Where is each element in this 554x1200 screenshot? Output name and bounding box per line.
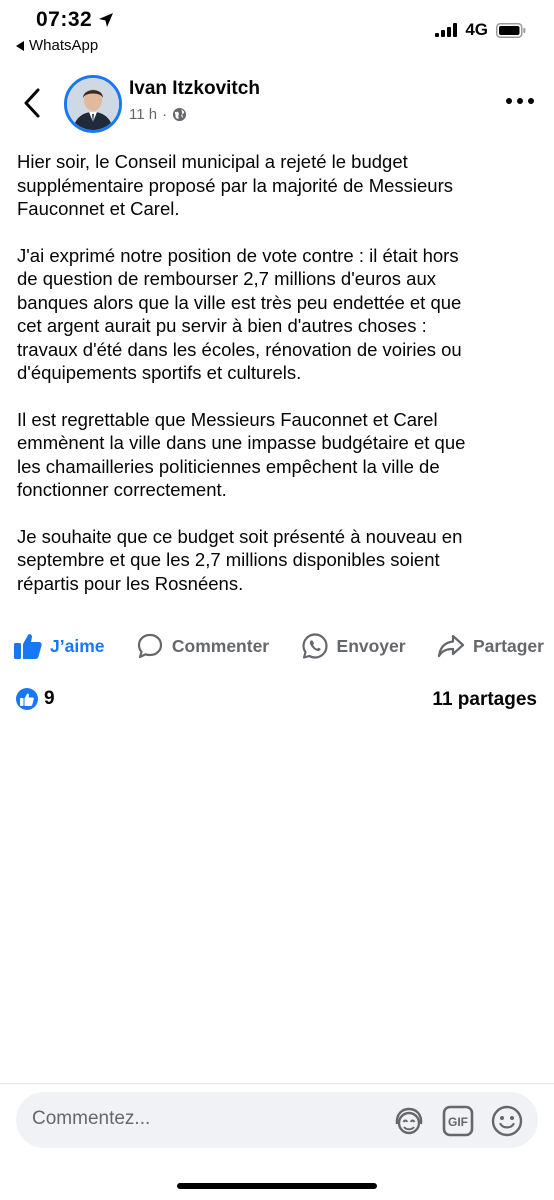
status-indicators: 4G bbox=[435, 20, 526, 40]
globe-icon bbox=[173, 107, 187, 122]
like-reaction-icon bbox=[16, 688, 38, 710]
share-label: Partager bbox=[472, 635, 544, 656]
battery-icon bbox=[496, 22, 526, 38]
back-chevron-icon[interactable] bbox=[20, 86, 46, 120]
send-label: Envoyer bbox=[336, 635, 406, 656]
dot bbox=[517, 98, 523, 104]
dot bbox=[506, 98, 512, 104]
network-type: 4G bbox=[465, 20, 488, 39]
post-text: Hier soir, le Conseil municipal a rejeté… bbox=[17, 150, 542, 618]
post-actions: J’aime Commenter Envoyer Partager bbox=[14, 632, 544, 660]
post-paragraph: J'ai exprimé notre position de vote cont… bbox=[17, 244, 462, 384]
post-paragraph: Je souhaite que ce budget soit présenté … bbox=[17, 525, 463, 594]
post-time[interactable]: 11 h bbox=[129, 106, 157, 123]
reaction-count: 9 bbox=[44, 688, 55, 709]
back-app-label: WhatsApp bbox=[29, 37, 99, 54]
reactions-summary[interactable]: 9 bbox=[16, 688, 55, 710]
post-paragraph: Hier soir, le Conseil municipal a rejeté… bbox=[17, 151, 453, 219]
divider bbox=[0, 1083, 554, 1084]
whatsapp-icon bbox=[301, 633, 328, 659]
avatar-sticker-icon[interactable] bbox=[392, 1104, 426, 1138]
share-button[interactable]: Partager bbox=[437, 633, 544, 659]
gif-icon[interactable]: GIF bbox=[442, 1105, 474, 1137]
post-meta: 11 h · bbox=[129, 106, 187, 123]
thumbs-up-icon bbox=[20, 693, 34, 706]
status-time: 07:32 bbox=[36, 8, 114, 32]
shares-count[interactable]: 11 partages bbox=[432, 689, 537, 711]
back-triangle-icon bbox=[16, 40, 24, 51]
svg-text:GIF: GIF bbox=[448, 1115, 468, 1129]
location-arrow-icon bbox=[99, 13, 114, 27]
signal-icon bbox=[435, 23, 458, 37]
author-name[interactable]: Ivan Itzkovitch bbox=[129, 78, 260, 100]
comment-bubble-icon bbox=[137, 633, 162, 659]
emoji-icon[interactable] bbox=[490, 1104, 524, 1138]
composer-icons: GIF bbox=[392, 1104, 524, 1138]
send-button[interactable]: Envoyer bbox=[301, 632, 406, 660]
back-to-app[interactable]: WhatsApp bbox=[16, 37, 98, 54]
share-arrow-icon bbox=[437, 634, 465, 658]
comment-button[interactable]: Commenter bbox=[136, 632, 269, 660]
thumbs-up-icon bbox=[14, 634, 42, 659]
post-paragraph: Il est regrettable que Messieurs Fauconn… bbox=[17, 408, 466, 501]
avatar[interactable] bbox=[64, 75, 122, 133]
home-indicator[interactable] bbox=[177, 1183, 377, 1189]
more-options-icon[interactable] bbox=[506, 98, 534, 104]
like-label: J’aime bbox=[50, 635, 105, 656]
comment-label: Commenter bbox=[171, 635, 270, 656]
comment-placeholder: Commentez... bbox=[32, 1108, 151, 1129]
avatar-portrait-icon bbox=[67, 78, 119, 130]
dot bbox=[528, 98, 534, 104]
meta-separator: · bbox=[162, 106, 168, 123]
like-button[interactable]: J’aime bbox=[14, 633, 104, 659]
time-label: 07:32 bbox=[36, 8, 93, 31]
